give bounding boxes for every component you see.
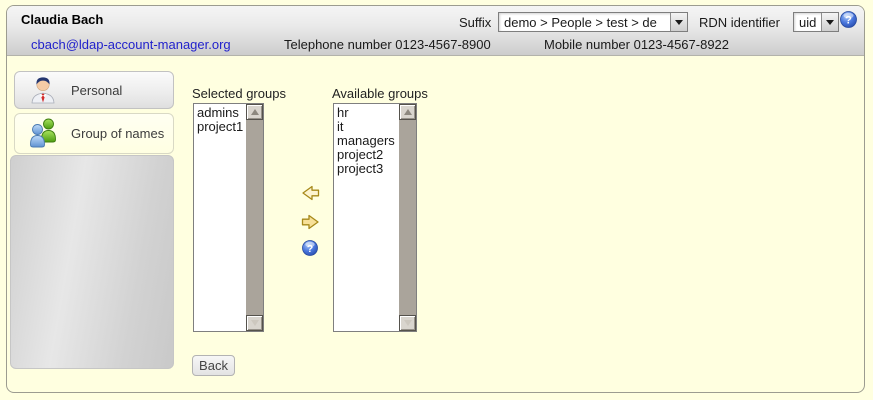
available-groups-items: hritmanagersproject2project3: [334, 104, 399, 331]
selected-groups-listbox[interactable]: adminsproject1: [193, 103, 264, 332]
suffix-select-value: demo > People > test > de: [499, 13, 670, 31]
page-container: Claudia Bach cbach@ldap-account-manager.…: [6, 5, 865, 393]
scroll-up-button[interactable]: [399, 104, 416, 120]
tab-personal[interactable]: Personal: [14, 71, 174, 109]
selected-groups-label: Selected groups: [192, 86, 286, 101]
available-groups-label: Available groups: [332, 86, 428, 101]
list-item[interactable]: managers: [334, 134, 399, 148]
person-icon: [29, 74, 57, 107]
telephone-text: Telephone number 0123-4567-8900: [284, 37, 491, 52]
suffix-select-arrow[interactable]: [670, 13, 687, 31]
scrollbar[interactable]: [399, 104, 416, 331]
list-item[interactable]: hr: [334, 106, 399, 120]
list-item[interactable]: admins: [194, 106, 246, 120]
scrollbar[interactable]: [246, 104, 263, 331]
scroll-up-button[interactable]: [246, 104, 263, 120]
svg-text:?: ?: [845, 15, 852, 27]
tab-group-of-names[interactable]: Group of names: [14, 113, 174, 154]
triangle-down-icon: [251, 320, 259, 326]
rdn-identifier-select[interactable]: uid: [793, 12, 839, 32]
scroll-down-button[interactable]: [246, 315, 263, 331]
rdn-select-value: uid: [794, 13, 821, 31]
svg-text:?: ?: [307, 244, 313, 255]
sidebar-panel: [10, 155, 174, 369]
suffix-label: Suffix: [459, 15, 491, 30]
suffix-select[interactable]: demo > People > test > de: [498, 12, 688, 32]
mobile-text: Mobile number 0123-4567-8922: [544, 37, 729, 52]
email-link[interactable]: cbach@ldap-account-manager.org: [31, 37, 231, 52]
tab-personal-label: Personal: [71, 83, 122, 98]
page-title: Claudia Bach: [21, 12, 103, 27]
tab-group-of-names-label: Group of names: [71, 126, 164, 141]
list-item[interactable]: project2: [334, 148, 399, 162]
triangle-down-icon: [404, 320, 412, 326]
rdn-select-arrow[interactable]: [821, 13, 838, 31]
list-item[interactable]: project3: [334, 162, 399, 176]
move-right-arrow-icon[interactable]: [301, 214, 320, 233]
chevron-down-icon: [675, 20, 683, 25]
group-icon: [29, 116, 57, 151]
list-item[interactable]: it: [334, 120, 399, 134]
list-item[interactable]: project1: [194, 120, 246, 134]
help-icon[interactable]: ?: [840, 11, 857, 31]
account-header: Claudia Bach cbach@ldap-account-manager.…: [7, 6, 864, 56]
triangle-up-icon: [251, 109, 259, 115]
back-button[interactable]: Back: [192, 355, 235, 376]
chevron-down-icon: [826, 20, 834, 25]
rdn-identifier-label: RDN identifier: [699, 15, 780, 30]
help-icon[interactable]: ?: [302, 240, 318, 259]
move-left-arrow-icon[interactable]: [301, 185, 320, 204]
available-groups-listbox[interactable]: hritmanagersproject2project3: [333, 103, 417, 332]
selected-groups-items: adminsproject1: [194, 104, 246, 331]
scroll-down-button[interactable]: [399, 315, 416, 331]
triangle-up-icon: [404, 109, 412, 115]
